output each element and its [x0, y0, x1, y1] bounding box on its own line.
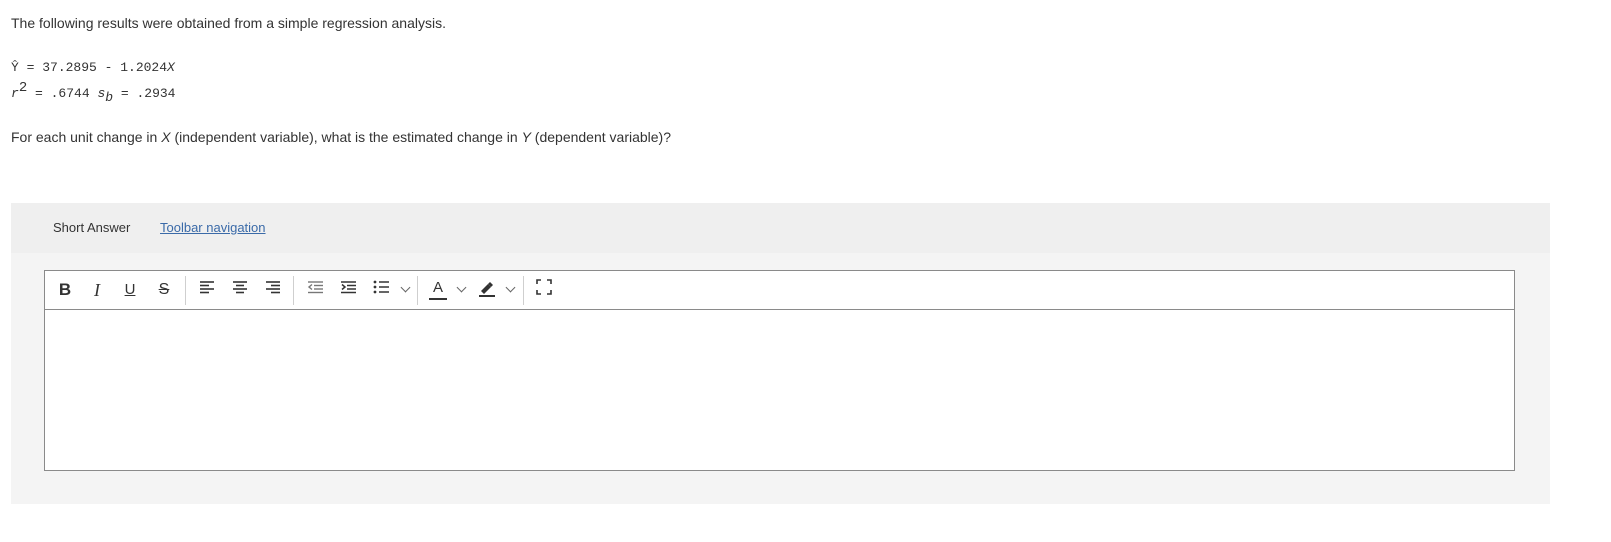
regression-stats: r2 = .6744 sb = .2934 [11, 80, 176, 105]
bullet-list-button[interactable] [371, 279, 391, 301]
question-x: X [161, 129, 171, 145]
toolbar-divider [185, 276, 186, 305]
equation-body: = 37.2895 - 1.2024 [18, 60, 168, 75]
toolbar-divider [417, 276, 418, 305]
panel-header: Short Answer Toolbar navigation [11, 203, 1550, 253]
italic-button[interactable]: I [87, 279, 107, 301]
r-symbol: r [11, 86, 19, 101]
fullscreen-button[interactable] [534, 279, 554, 301]
question-intro: The following results were obtained from… [11, 15, 446, 31]
align-left-icon [200, 281, 214, 294]
regression-equation: Ŷ = 37.2895 - 1.2024X [11, 60, 175, 75]
align-right-icon [266, 281, 280, 294]
y-hat-symbol: Ŷ [11, 60, 19, 75]
outdent-button[interactable] [305, 279, 325, 301]
align-left-button[interactable] [197, 279, 217, 301]
toolbar-divider [293, 276, 294, 305]
sb-value: = .2934 [113, 86, 176, 101]
list-dropdown-chevron-icon[interactable] [400, 282, 411, 293]
sb-subscript: b [105, 90, 114, 105]
align-center-button[interactable] [230, 279, 250, 301]
indent-button[interactable] [338, 279, 358, 301]
question-text: For each unit change in X (independent v… [11, 129, 671, 145]
rich-text-editor: B I U S A [44, 270, 1515, 471]
question-part3: (dependent variable)? [530, 129, 672, 145]
highlighter-icon [479, 282, 495, 297]
question-part2: (independent variable), what is the esti… [170, 129, 522, 145]
r-exponent: 2 [18, 80, 28, 96]
bullet-list-icon [373, 280, 389, 294]
align-right-button[interactable] [263, 279, 283, 301]
font-color-letter: A [432, 279, 443, 296]
question-y: Y [521, 129, 531, 145]
r2-value: = .6744 [27, 86, 98, 101]
short-answer-label: Short Answer [53, 220, 131, 235]
font-color-chevron-icon[interactable] [456, 282, 467, 293]
equation-x: X [167, 60, 175, 75]
short-answer-panel: Short Answer Toolbar navigation B I U S [11, 203, 1550, 504]
toolbar-navigation-link[interactable]: Toolbar navigation [160, 220, 266, 235]
bold-button[interactable]: B [55, 279, 75, 301]
strikethrough-button[interactable]: S [154, 279, 174, 301]
underline-button[interactable]: U [120, 279, 140, 301]
font-color-button[interactable]: A [428, 279, 448, 301]
highlight-chevron-icon[interactable] [505, 282, 516, 293]
toolbar-divider [523, 276, 524, 305]
answer-input-area[interactable] [45, 310, 1514, 470]
highlight-button[interactable] [477, 279, 497, 301]
expand-icon [536, 279, 552, 295]
editor-toolbar: B I U S A [45, 271, 1514, 310]
outdent-icon [307, 281, 323, 294]
font-color-bar [429, 298, 447, 300]
question-part1: For each unit change in [11, 129, 162, 145]
align-center-icon [233, 281, 247, 294]
indent-icon [340, 281, 356, 294]
